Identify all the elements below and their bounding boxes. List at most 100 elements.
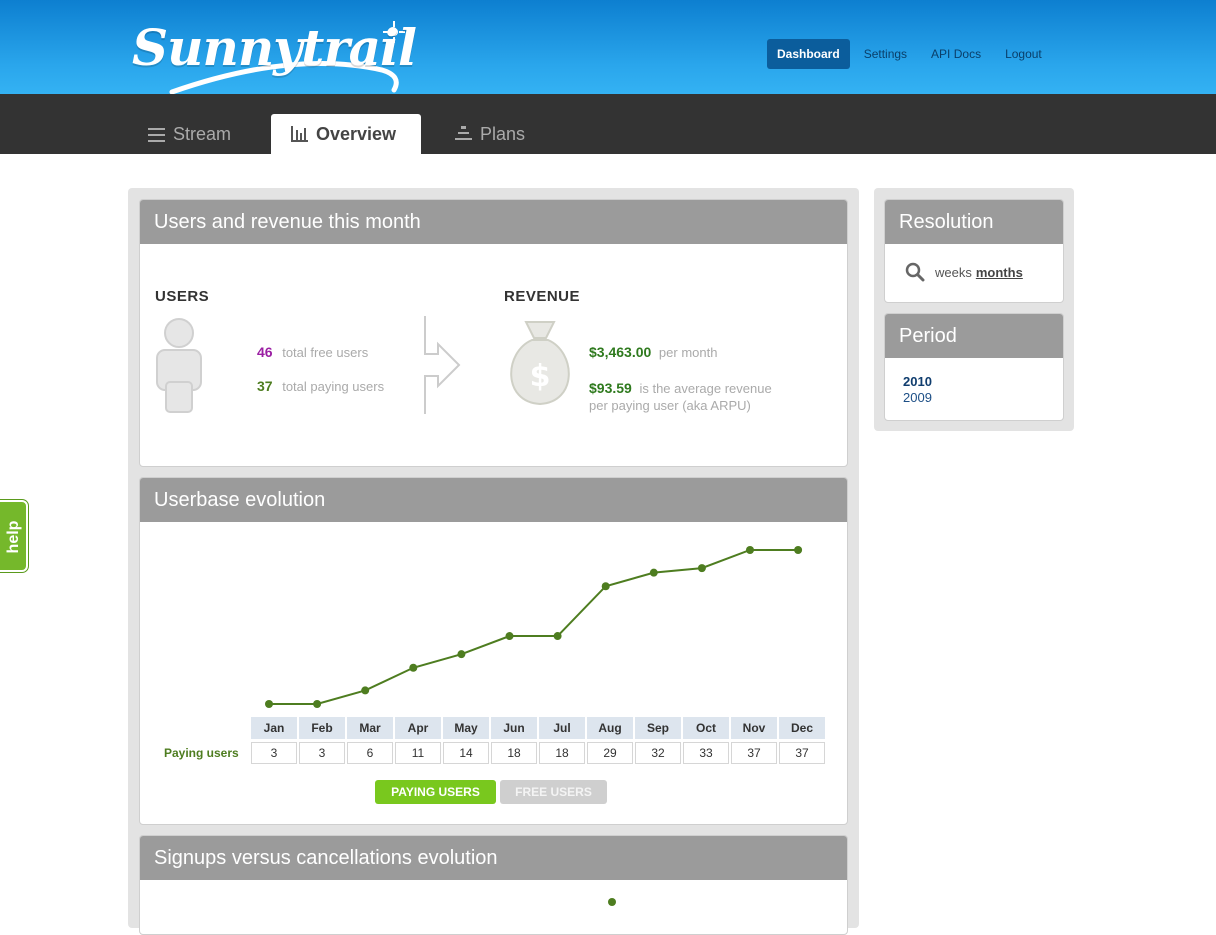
paying-users-value: 18 — [491, 742, 537, 764]
period-year-2009[interactable]: 2009 — [903, 390, 932, 405]
month-label: Jun — [491, 717, 537, 739]
paying-users-value: 11 — [395, 742, 441, 764]
arpu-label-2: per paying user (aka ARPU) — [589, 398, 751, 413]
data-point[interactable] — [505, 632, 514, 641]
month-label: Oct — [683, 717, 729, 739]
revenue-heading: REVENUE — [504, 288, 581, 305]
data-point[interactable] — [601, 582, 610, 591]
paying-users-value: 6 — [347, 742, 393, 764]
tab-stream-label: Stream — [173, 123, 232, 144]
paying-users-row-label: Paying users — [164, 746, 239, 760]
users-revenue-panel: Users and revenue this month USERS 46 to… — [139, 199, 848, 467]
monthly-revenue-label: per month — [658, 345, 718, 360]
period-box: Period 2010 2009 — [884, 313, 1064, 421]
month-label: May — [443, 717, 489, 739]
help-tab[interactable]: help — [0, 500, 28, 572]
arpu-label-1: is the average revenue — [639, 381, 772, 396]
chart-point — [608, 898, 616, 906]
free-users-label: total free users — [282, 345, 369, 360]
series-line — [269, 549, 799, 705]
nav-dashboard[interactable]: Dashboard — [767, 39, 850, 69]
data-point[interactable] — [794, 546, 803, 554]
month-label: Sep — [635, 717, 681, 739]
month-label: Aug — [587, 717, 633, 739]
tab-stream[interactable]: Stream — [148, 114, 231, 154]
paying-users-label: total paying users — [282, 379, 385, 394]
help-label: help — [5, 520, 22, 554]
data-point[interactable] — [697, 564, 706, 573]
userbase-line-chart — [265, 546, 803, 708]
month-header-row: Jan Feb Mar Apr May Jun Jul Aug Sep Oct Nov Dec — [251, 717, 825, 739]
paying-users-count: 37 — [257, 378, 273, 394]
user-figure-icon — [156, 318, 202, 413]
data-point[interactable] — [649, 568, 658, 577]
free-users-count: 46 — [257, 344, 273, 360]
paying-users-value: 33 — [683, 742, 729, 764]
arrow-right-icon — [424, 316, 461, 414]
top-header: Sunnytrail Dashboard Settings API Docs L… — [0, 0, 1216, 94]
nav-api-docs[interactable]: API Docs — [931, 47, 981, 61]
paying-users-value: 37 — [779, 742, 825, 764]
panel-title: Userbase evolution — [140, 478, 847, 522]
paying-users-toggle[interactable]: PAYING USERS — [375, 780, 496, 804]
tab-plans[interactable]: Plans — [455, 114, 525, 154]
svg-text:$: $ — [530, 359, 551, 394]
bar-chart-icon — [291, 126, 308, 142]
resolution-options: weeks months — [905, 262, 1023, 282]
tab-overview-label: Overview — [316, 123, 397, 144]
monthly-revenue-stat: $3,463.00 per month — [589, 344, 717, 361]
list-icon — [148, 127, 165, 142]
month-label: Apr — [395, 717, 441, 739]
paying-users-value: 3 — [299, 742, 345, 764]
monthly-revenue-value: $3,463.00 — [589, 344, 652, 360]
data-point[interactable] — [313, 700, 322, 708]
paying-users-value: 14 — [443, 742, 489, 764]
period-year-2010[interactable]: 2010 — [903, 374, 932, 389]
period-title: Period — [885, 314, 1063, 358]
resolution-months[interactable]: months — [976, 265, 1023, 280]
free-users-stat: 46 total free users — [257, 344, 368, 360]
signups-panel: Signups versus cancellations evolution — [139, 835, 848, 935]
userbase-panel: Userbase evolution Jan Feb Mar Apr May Jun Jul… — [139, 477, 848, 825]
resolution-weeks[interactable]: weeks — [935, 265, 972, 280]
paying-users-row: 3 3 6 11 14 18 18 29 32 33 37 37 — [251, 742, 825, 764]
resolution-title: Resolution — [885, 200, 1063, 244]
paying-users-value: 3 — [251, 742, 297, 764]
money-bag-icon: $ — [510, 321, 570, 406]
search-icon — [905, 262, 925, 282]
month-label: Jan — [251, 717, 297, 739]
nav-settings[interactable]: Settings — [864, 47, 907, 61]
tab-overview[interactable]: Overview — [271, 114, 421, 154]
paying-users-value: 18 — [539, 742, 585, 764]
panel-title: Signups versus cancellations evolution — [140, 836, 847, 880]
sidebar: Resolution weeks months Period 2010 2009 — [874, 188, 1074, 431]
resolution-box: Resolution weeks months — [884, 199, 1064, 303]
arpu-stat: $93.59 is the average revenue per paying… — [589, 380, 772, 414]
paying-users-value: 37 — [731, 742, 777, 764]
data-point[interactable] — [361, 686, 370, 695]
panel-title: Users and revenue this month — [140, 200, 847, 244]
userbase-data-table: Jan Feb Mar Apr May Jun Jul Aug Sep Oct Nov Dec 336… — [249, 717, 827, 764]
month-label: Mar — [347, 717, 393, 739]
tab-plans-label: Plans — [480, 123, 526, 144]
month-label: Jul — [539, 717, 585, 739]
data-point[interactable] — [746, 546, 754, 554]
month-label: Nov — [731, 717, 777, 739]
main-column: Users and revenue this month USERS 46 to… — [128, 188, 859, 935]
free-users-toggle[interactable]: FREE USERS — [500, 780, 607, 804]
paying-users-stat: 37 total paying users — [257, 378, 384, 394]
month-label: Dec — [779, 717, 825, 739]
sunnytrail-logo[interactable]: Sunnytrail — [132, 10, 417, 94]
data-point[interactable] — [457, 650, 466, 659]
arpu-value: $93.59 — [589, 380, 632, 396]
data-point[interactable] — [409, 663, 418, 672]
users-heading: USERS — [155, 288, 210, 305]
logo-wordmark: Sunnytrail — [132, 18, 417, 77]
data-point[interactable] — [265, 700, 273, 708]
month-label: Feb — [299, 717, 345, 739]
nav-logout[interactable]: Logout — [1005, 47, 1042, 61]
data-point[interactable] — [553, 632, 562, 641]
plans-icon — [455, 126, 472, 142]
paying-users-value: 32 — [635, 742, 681, 764]
top-navigation: Dashboard Settings API Docs Logout — [767, 39, 1066, 69]
